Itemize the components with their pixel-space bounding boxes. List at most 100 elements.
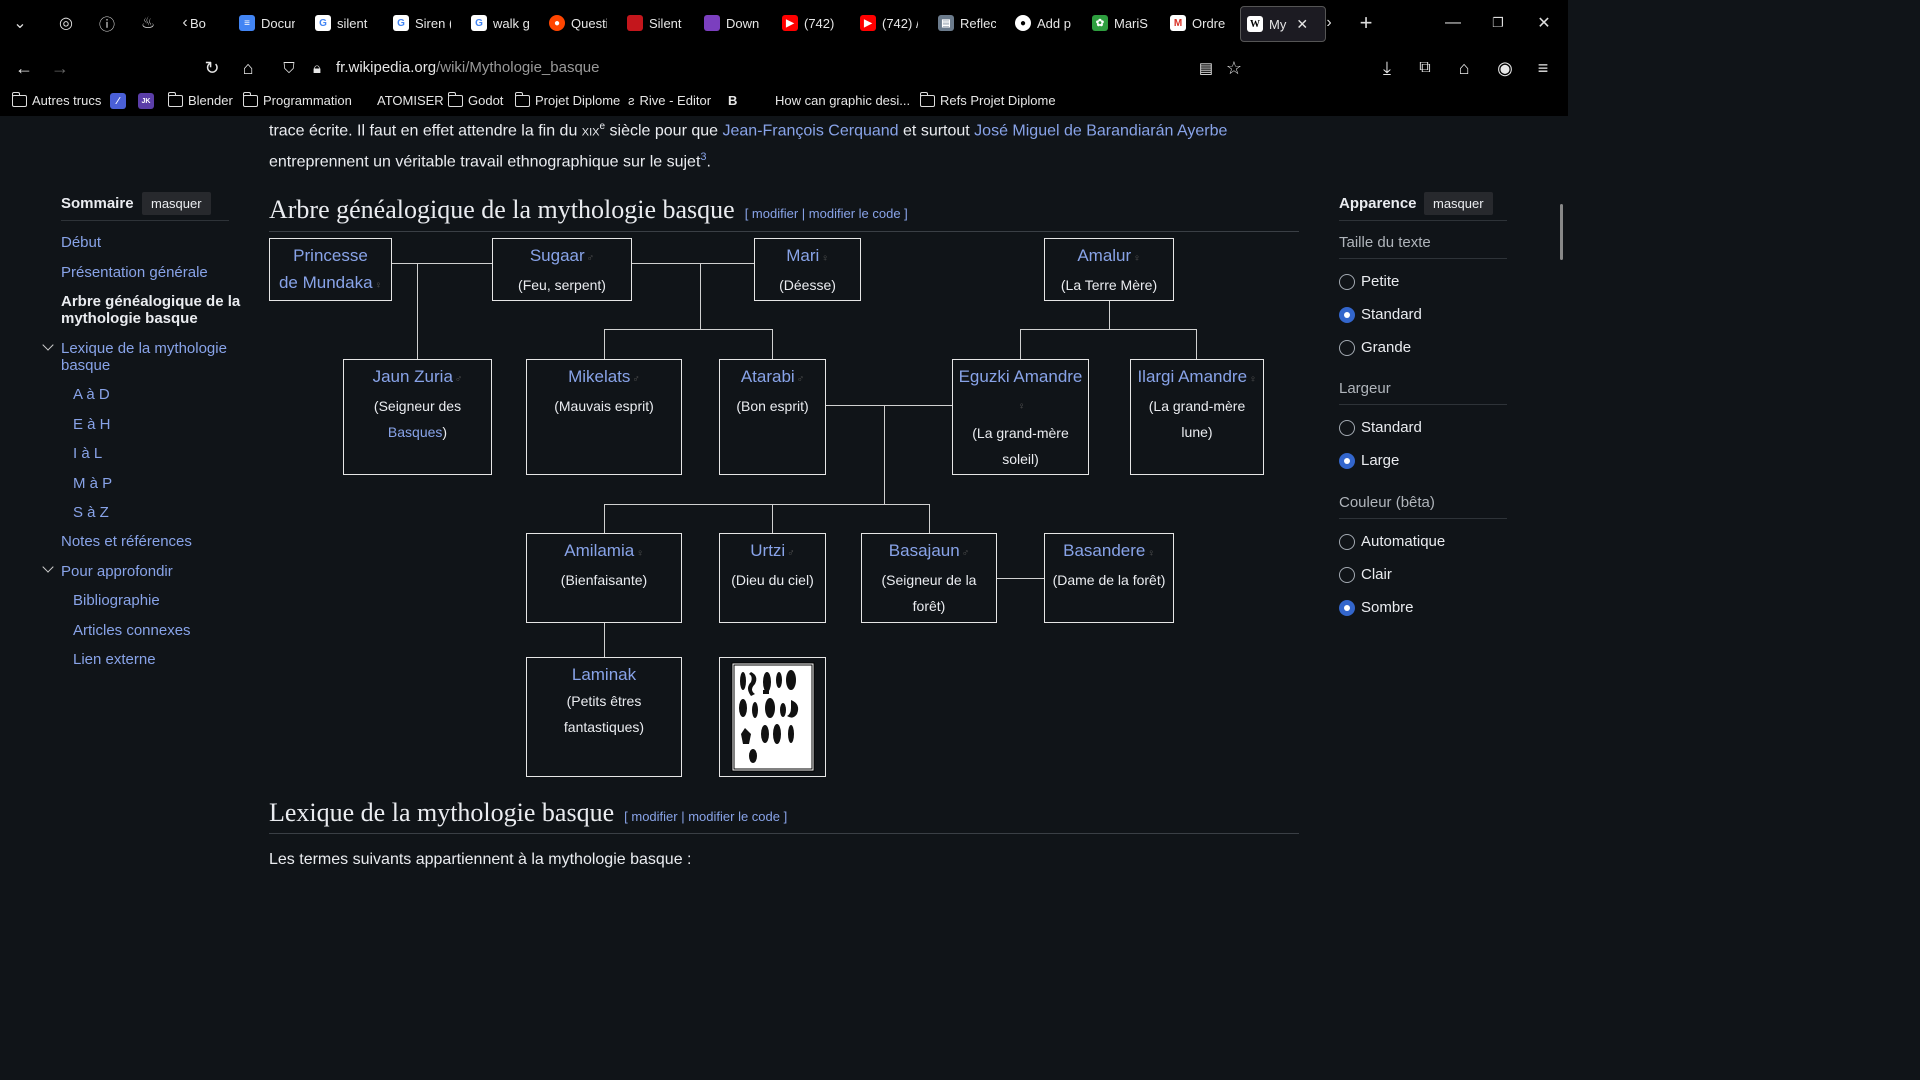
toc-item[interactable]: Pour approfondir — [61, 563, 173, 580]
edit-link[interactable]: modifier — [631, 809, 677, 824]
url-bar[interactable]: fr.wikipedia.org/wiki/Mythologie_basque — [336, 59, 600, 76]
forward-icon[interactable]: → — [48, 56, 72, 80]
tree-node-name[interactable]: Jaun Zuria ♂ — [344, 363, 491, 393]
tree-node-name[interactable]: Amilamia ♀ — [527, 537, 681, 567]
tab[interactable]: ▤ Reflec — [938, 6, 996, 40]
tab[interactable]: ● Add p — [1015, 6, 1073, 40]
pinned-tab-meditation-icon[interactable]: ♨ — [137, 12, 159, 34]
toc-item[interactable]: Début — [61, 234, 101, 251]
radio-button-selected[interactable] — [1339, 452, 1355, 469]
toc-subitem[interactable]: Bibliographie — [73, 592, 160, 609]
toc-subitem[interactable]: I à L — [73, 445, 102, 462]
tree-node-name[interactable]: Sugaar ♂ — [493, 242, 631, 272]
bookmark[interactable]: How can graphic desi... — [775, 93, 910, 108]
tab[interactable]: G Siren ( — [393, 6, 451, 40]
appearance-hide-button[interactable]: masquer — [1424, 192, 1493, 215]
tab[interactable]: Bo — [190, 6, 220, 40]
home-toolbar-icon[interactable]: ⌂ — [1452, 56, 1476, 80]
toc-subitem[interactable]: S à Z — [73, 504, 109, 521]
radio-width-standard[interactable]: Standard — [1339, 419, 1422, 436]
link-basques[interactable]: Basques — [388, 424, 442, 440]
radio-button[interactable] — [1339, 339, 1355, 356]
bookmark-folder[interactable]: Programmation — [242, 91, 352, 108]
tab[interactable]: ≡ Docun — [239, 6, 295, 40]
radio-color-automatique[interactable]: Automatique — [1339, 533, 1445, 550]
back-icon[interactable]: ← — [12, 56, 36, 80]
menu-icon[interactable]: ≡ — [1531, 56, 1555, 80]
tree-node-name[interactable]: Eguzki Amandre ♀ — [953, 363, 1088, 420]
radio-color-clair[interactable]: Clair — [1339, 566, 1392, 583]
minimize-icon[interactable]: — — [1442, 12, 1464, 34]
tree-node-name[interactable]: Urtzi ♂ — [720, 537, 825, 567]
bookmark[interactable]: ATOMISER — [377, 93, 444, 108]
list-all-tabs-icon[interactable]: ⌄ — [9, 12, 31, 34]
close-tab-icon[interactable]: ✕ — [1296, 16, 1308, 33]
toc-subitem[interactable]: E à H — [73, 416, 111, 433]
pinned-tab-info-icon[interactable]: ⓘ — [96, 12, 118, 34]
bookmark-folder[interactable]: Blender — [167, 91, 233, 108]
tree-node-name[interactable]: Ilargi Amandre ♀ — [1131, 363, 1263, 393]
tab[interactable]: ● Questi — [549, 6, 607, 40]
downloads-icon[interactable]: ⤓ — [1375, 56, 1399, 80]
link-barandiaran[interactable]: José Miguel de Barandiarán Ayerbe — [974, 122, 1227, 139]
tree-node-name[interactable]: Basandere ♀ — [1045, 537, 1173, 567]
bookmark-folder[interactable]: Autres trucs — [11, 91, 101, 108]
pinned-tab-icon[interactable]: ◎ — [55, 12, 77, 34]
toc-item[interactable]: Notes et références — [61, 533, 192, 550]
edit-source-link[interactable]: modifier le code — [809, 206, 901, 221]
chevron-down-icon[interactable] — [42, 561, 54, 573]
toc-subitem[interactable]: Articles connexes — [73, 622, 191, 639]
radio-text-size-grande[interactable]: Grande — [1339, 339, 1411, 356]
account-avatar-icon[interactable]: ◉ — [1493, 56, 1517, 80]
tab[interactable]: Down — [704, 6, 762, 40]
tree-node-name[interactable]: Mari ♀ — [755, 242, 860, 272]
toc-item[interactable]: Lexique de la mythologie basque — [61, 340, 241, 374]
bookmark[interactable]: B — [728, 93, 737, 108]
radio-color-sombre[interactable]: Sombre — [1339, 599, 1414, 616]
radio-width-large[interactable]: Large — [1339, 452, 1399, 469]
edit-link[interactable]: modifier — [752, 206, 798, 221]
toc-item-current[interactable]: Arbre généalogique de la mythologie basq… — [61, 293, 241, 327]
tab[interactable]: Silent — [627, 6, 685, 40]
edit-source-link[interactable]: modifier le code — [688, 809, 780, 824]
tab[interactable]: ✿ MariS — [1092, 6, 1150, 40]
tree-node-name[interactable]: Amalur ♀ — [1045, 242, 1173, 272]
radio-button[interactable] — [1339, 419, 1355, 436]
link-cerquand[interactable]: Jean-François Cerquand — [722, 122, 898, 139]
toc-subitem[interactable]: M à P — [73, 475, 112, 492]
new-tab-icon[interactable]: + — [1355, 10, 1377, 35]
toc-subitem[interactable]: A à D — [73, 386, 110, 403]
bookmark-folder[interactable]: Projet Diplome — [514, 91, 620, 108]
tab-active[interactable]: W My ✕ — [1240, 6, 1326, 42]
tab[interactable]: ▶ (742) / — [860, 6, 918, 40]
chevron-down-icon[interactable] — [42, 339, 54, 351]
bookmark-folder[interactable]: Godot — [447, 91, 503, 108]
page-scrollbar[interactable] — [1560, 204, 1563, 260]
radio-text-size-petite[interactable]: Petite — [1339, 273, 1399, 290]
home-icon[interactable]: ⌂ — [236, 56, 260, 80]
reader-view-icon[interactable]: ▤ — [1194, 56, 1218, 80]
toc-item[interactable]: Présentation générale — [61, 264, 208, 281]
toc-hide-button[interactable]: masquer — [142, 192, 211, 215]
bookmark-star-icon[interactable]: ☆ — [1222, 56, 1246, 80]
bookmark[interactable]: ƨ Rive - Editor — [628, 93, 711, 108]
tree-node-name[interactable]: Laminak — [527, 661, 681, 688]
lock-icon[interactable]: 🔒︎ — [305, 56, 329, 80]
radio-text-size-standard[interactable]: Standard — [1339, 306, 1422, 323]
bookmark[interactable]: JK — [138, 93, 154, 109]
tab[interactable]: Gsilent — [315, 6, 373, 40]
tree-node-name[interactable]: Basajaun ♂ — [862, 537, 996, 567]
tree-node-name[interactable]: Atarabi ♂ — [720, 363, 825, 393]
tab[interactable]: ▶ (742) — [782, 6, 840, 40]
bookmark-folder[interactable]: Refs Projet Diplome — [919, 91, 1056, 108]
tab[interactable]: M Ordre — [1170, 6, 1228, 40]
close-window-icon[interactable]: ✕ — [1533, 12, 1555, 34]
reload-icon[interactable]: ↻ — [200, 56, 224, 80]
tab[interactable]: Gwalk g — [471, 6, 529, 40]
radio-button[interactable] — [1339, 273, 1355, 290]
scroll-tabs-right-icon[interactable]: › — [1318, 12, 1340, 34]
shield-icon[interactable]: ⛉ — [277, 56, 301, 80]
toc-subitem[interactable]: Lien externe — [73, 651, 156, 668]
extensions-icon[interactable]: ⧉ — [1413, 56, 1437, 80]
tree-node-name[interactable]: Princesse de Mundaka ♀ — [270, 242, 391, 299]
